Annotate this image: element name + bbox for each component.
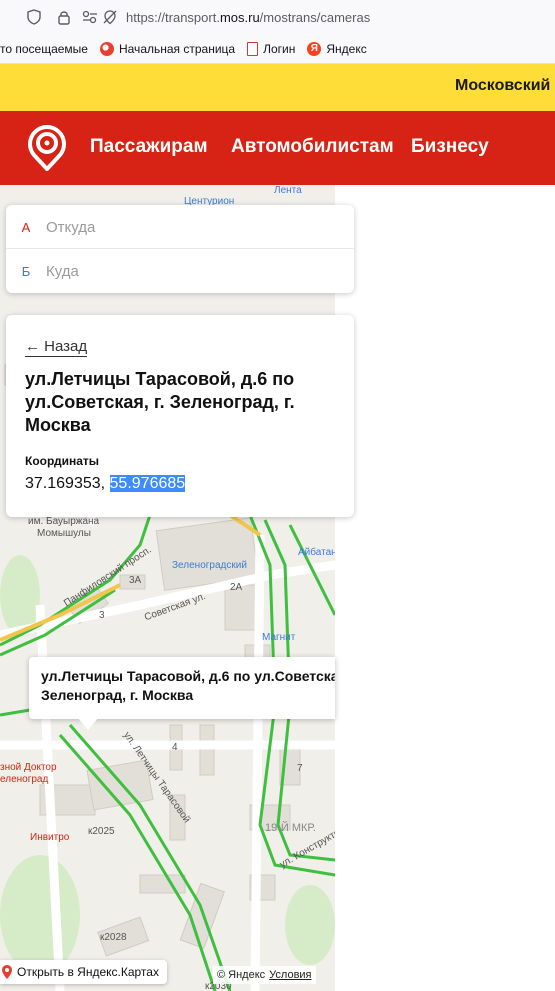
- balloon-tail: [78, 718, 98, 730]
- map-label-n4: 4: [172, 742, 178, 753]
- map-label-zelenogradsky: Зеленоградский: [172, 560, 247, 571]
- map-label-doctor1: зной Доктор: [0, 762, 57, 773]
- map-label-k2028: к2028: [100, 932, 127, 943]
- map-label-n2a: 2А: [230, 582, 243, 593]
- map-copyright: © Яндекс Условия: [213, 966, 316, 984]
- bookmark-yandex[interactable]: Я Яндекс: [307, 41, 367, 56]
- bookmark-label: Яндекс: [326, 41, 367, 56]
- map-balloon[interactable]: ул.Летчицы Тарасовой, д.6 по ул.Советска…: [29, 657, 335, 719]
- coordinates-value: 37.169353, 55.976685: [25, 475, 186, 493]
- bookmark-label: сто посещаемые: [0, 41, 88, 56]
- mos-logo-icon[interactable]: [26, 125, 68, 171]
- map-pin-icon: [2, 965, 12, 979]
- balloon-text: ул.Летчицы Тарасовой, д.6 по ул.Советска…: [41, 668, 335, 703]
- bookmark-home-page[interactable]: Начальная страница: [99, 41, 236, 56]
- bookmark-login[interactable]: Логин: [247, 41, 296, 56]
- map-label-mkr: 19-Й МКР.: [265, 822, 316, 834]
- map-label-n3: 3: [99, 610, 105, 621]
- shield-icon[interactable]: [24, 7, 44, 27]
- url-text[interactable]: https://transport.mos.ru/mostrans/camera…: [126, 10, 370, 25]
- location-blocked-icon[interactable]: [100, 7, 120, 27]
- map[interactable]: Лента Центурион им. Бауыржана Момышулы З…: [0, 185, 335, 991]
- map-label-n3a: 3А: [129, 575, 142, 586]
- banner-title[interactable]: Московский: [455, 77, 550, 95]
- map-label-magnit: Магнит: [262, 632, 296, 643]
- browser-url-bar: https://transport.mos.ru/mostrans/camera…: [0, 0, 555, 34]
- map-label-n7: 7: [297, 763, 303, 774]
- camera-address-title: ул.Летчицы Тарасовой, д.6 по ул.Советска…: [25, 369, 295, 435]
- lock-icon[interactable]: [54, 7, 74, 27]
- route-to-letter: Б: [21, 263, 31, 279]
- open-yandex-label: Открыть в Яндекс.Картах: [17, 965, 159, 979]
- map-label-invitro: Инвитро: [30, 832, 70, 843]
- coordinates-label: Координаты: [25, 454, 100, 468]
- map-label-k2025: к2025: [88, 826, 115, 837]
- home-page-icon: [99, 41, 114, 56]
- map-label-aibatan: Айбатан: [298, 547, 335, 558]
- latitude-value-selected: 55.976685: [109, 475, 186, 492]
- route-from-field[interactable]: А Откуда: [6, 205, 354, 249]
- route-from-letter: А: [21, 219, 31, 235]
- route-from-placeholder: Откуда: [46, 218, 96, 236]
- bookmark-most-visited[interactable]: сто посещаемые: [0, 42, 88, 56]
- map-label-lenta: Лента: [274, 185, 302, 196]
- copyright-text: © Яндекс: [217, 969, 266, 981]
- bookmark-label: Логин: [263, 41, 296, 56]
- route-panel: А Откуда Б Куда: [6, 205, 354, 293]
- route-to-field[interactable]: Б Куда: [6, 249, 354, 293]
- nav-passengers[interactable]: Пассажирам: [90, 136, 208, 158]
- bookmark-label: Начальная страница: [118, 41, 236, 56]
- map-label-baurzhan: им. Бауыржана: [28, 516, 100, 527]
- yandex-icon: Я: [307, 41, 322, 56]
- url-domain: mos.ru: [219, 9, 260, 25]
- terms-link[interactable]: Условия: [269, 969, 311, 981]
- permissions-icon[interactable]: [80, 7, 100, 27]
- map-label-doctor2: еленоград: [0, 774, 49, 785]
- open-in-yandex-maps-button[interactable]: Открыть в Яндекс.Картах: [0, 960, 167, 984]
- bookmarks-bar: сто посещаемые Начальная страница Логин …: [0, 34, 555, 64]
- route-to-placeholder: Куда: [46, 262, 79, 280]
- longitude-value: 37.169353,: [25, 475, 110, 492]
- camera-info-card: ← Назад ул.Летчицы Тарасовой, д.6 по ул.…: [6, 315, 354, 517]
- map-drawing: [0, 220, 335, 991]
- nav-drivers[interactable]: Автомобилистам: [231, 136, 394, 158]
- back-link[interactable]: ← Назад: [25, 338, 88, 357]
- url-prefix: https://transport.: [126, 9, 220, 25]
- nav-business[interactable]: Бизнесу: [411, 136, 489, 158]
- url-suffix: /mostrans/cameras: [259, 9, 371, 25]
- bookmark-icon: [247, 41, 259, 56]
- map-label-momyshuly: Момышулы: [37, 528, 91, 539]
